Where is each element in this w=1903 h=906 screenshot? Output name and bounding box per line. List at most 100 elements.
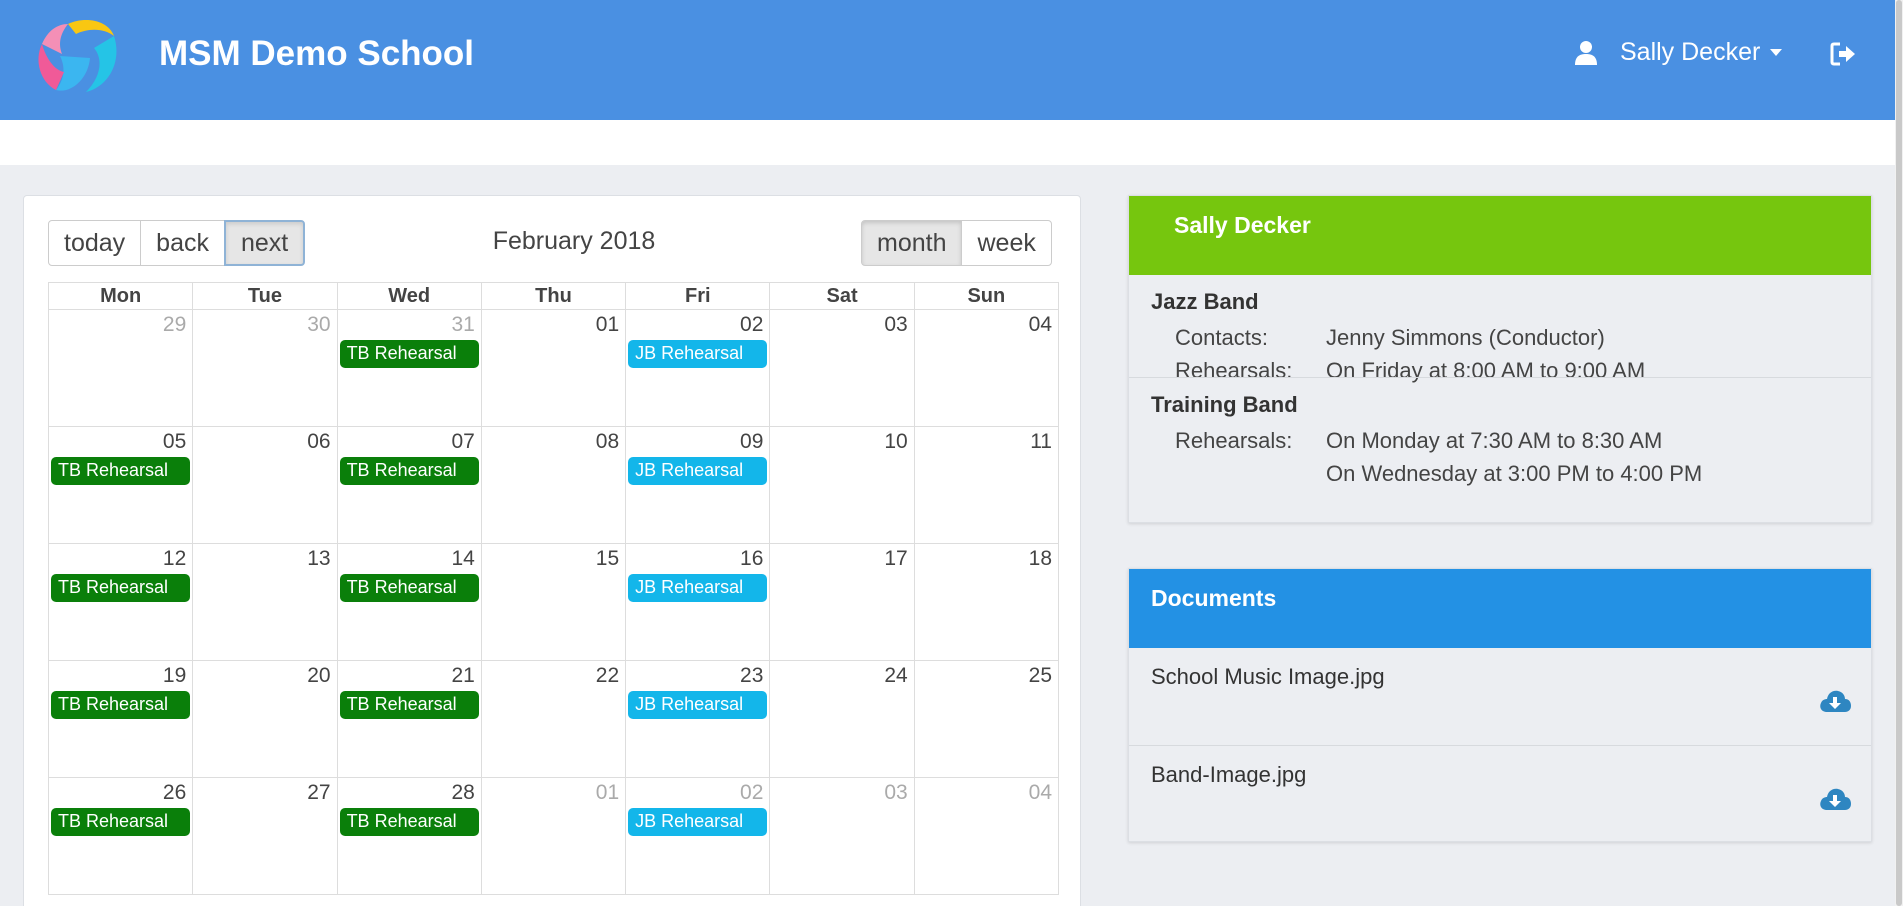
day-number[interactable]: 08 bbox=[482, 427, 625, 457]
day-number[interactable]: 06 bbox=[193, 427, 336, 457]
day-number[interactable]: 09 bbox=[626, 427, 769, 457]
jb-rehearsal-event[interactable]: JB Rehearsal bbox=[628, 340, 768, 368]
day-number[interactable]: 29 bbox=[49, 310, 192, 340]
day-number[interactable]: 16 bbox=[626, 544, 769, 574]
calendar-day-cell[interactable]: 10 bbox=[769, 426, 915, 544]
calendar-day-cell[interactable]: 30 bbox=[192, 309, 338, 427]
day-number[interactable]: 02 bbox=[626, 778, 769, 808]
sign-out-icon[interactable] bbox=[1829, 40, 1857, 68]
day-number[interactable]: 14 bbox=[338, 544, 481, 574]
day-number[interactable]: 02 bbox=[626, 310, 769, 340]
day-number[interactable]: 03 bbox=[770, 310, 913, 340]
day-number[interactable]: 17 bbox=[770, 544, 913, 574]
day-number[interactable]: 04 bbox=[915, 778, 1058, 808]
cloud-download-icon[interactable] bbox=[1819, 688, 1851, 714]
calendar-day-cell[interactable]: 29 bbox=[47, 309, 194, 427]
day-number[interactable]: 28 bbox=[338, 778, 481, 808]
day-number[interactable]: 13 bbox=[193, 544, 336, 574]
day-number[interactable]: 11 bbox=[915, 427, 1058, 457]
back-button[interactable]: back bbox=[140, 220, 225, 266]
day-number[interactable]: 01 bbox=[482, 310, 625, 340]
calendar-day-cell[interactable]: 12 TB Rehearsal bbox=[47, 543, 194, 661]
cloud-download-icon[interactable] bbox=[1819, 786, 1851, 812]
calendar-day-cell[interactable]: 16 JB Rehearsal bbox=[625, 543, 771, 661]
day-number[interactable]: 04 bbox=[915, 310, 1058, 340]
day-number[interactable]: 23 bbox=[626, 661, 769, 691]
calendar-day-cell[interactable]: 03 bbox=[769, 777, 915, 895]
calendar-day-cell[interactable]: 08 bbox=[480, 426, 627, 544]
tb-rehearsal-event[interactable]: TB Rehearsal bbox=[51, 457, 191, 485]
calendar-day-cell[interactable]: 19 TB Rehearsal bbox=[47, 660, 194, 778]
tb-rehearsal-event[interactable]: TB Rehearsal bbox=[339, 691, 479, 719]
user-menu[interactable]: Sally Decker bbox=[1574, 38, 1783, 67]
month-view-button[interactable]: month bbox=[861, 220, 963, 266]
next-button[interactable]: next bbox=[223, 220, 306, 266]
calendar-day-cell[interactable]: 02 JB Rehearsal bbox=[625, 309, 771, 427]
calendar-day-cell[interactable]: 01 bbox=[480, 309, 627, 427]
calendar-day-cell[interactable]: 18 bbox=[913, 543, 1060, 661]
day-number[interactable]: 27 bbox=[193, 778, 336, 808]
tb-rehearsal-event[interactable]: TB Rehearsal bbox=[339, 574, 479, 602]
tb-rehearsal-event[interactable]: TB Rehearsal bbox=[339, 457, 479, 485]
day-number[interactable]: 15 bbox=[482, 544, 625, 574]
day-number[interactable]: 25 bbox=[915, 661, 1058, 691]
jb-rehearsal-event[interactable]: JB Rehearsal bbox=[628, 574, 768, 602]
calendar-day-cell[interactable]: 24 bbox=[769, 660, 915, 778]
calendar-day-cell[interactable]: 21 TB Rehearsal bbox=[336, 660, 482, 778]
calendar-day-cell[interactable]: 20 bbox=[192, 660, 338, 778]
calendar-day-cell[interactable]: 31 TB Rehearsal bbox=[336, 309, 482, 427]
tb-rehearsal-event[interactable]: TB Rehearsal bbox=[339, 808, 479, 836]
day-number[interactable]: 03 bbox=[770, 778, 913, 808]
day-number[interactable]: 07 bbox=[338, 427, 481, 457]
app-title[interactable]: MSM Demo School bbox=[159, 34, 474, 74]
calendar-day-cell[interactable]: 11 bbox=[913, 426, 1060, 544]
day-number[interactable]: 30 bbox=[193, 310, 336, 340]
day-number[interactable]: 01 bbox=[482, 778, 625, 808]
calendar-day-cell[interactable]: 15 bbox=[480, 543, 627, 661]
calendar-day-cell[interactable]: 17 bbox=[769, 543, 915, 661]
day-number[interactable]: 10 bbox=[770, 427, 913, 457]
calendar-day-cell[interactable]: 28 TB Rehearsal bbox=[336, 777, 482, 895]
document-name[interactable]: School Music Image.jpg bbox=[1151, 664, 1385, 689]
jb-rehearsal-event[interactable]: JB Rehearsal bbox=[628, 691, 768, 719]
day-number[interactable]: 31 bbox=[338, 310, 481, 340]
calendar-day-cell[interactable]: 13 bbox=[192, 543, 338, 661]
day-number[interactable]: 18 bbox=[915, 544, 1058, 574]
calendar-day-cell[interactable]: 04 bbox=[913, 309, 1060, 427]
tb-rehearsal-event[interactable]: TB Rehearsal bbox=[51, 691, 191, 719]
jb-rehearsal-event[interactable]: JB Rehearsal bbox=[628, 457, 768, 485]
today-button[interactable]: today bbox=[48, 220, 142, 266]
day-number[interactable]: 20 bbox=[193, 661, 336, 691]
calendar-day-cell[interactable]: 03 bbox=[769, 309, 915, 427]
calendar-day-cell[interactable]: 09 JB Rehearsal bbox=[625, 426, 771, 544]
calendar-day-cell[interactable]: 14 TB Rehearsal bbox=[336, 543, 482, 661]
tb-rehearsal-event[interactable]: TB Rehearsal bbox=[339, 340, 479, 368]
calendar-day-cell[interactable]: 07 TB Rehearsal bbox=[336, 426, 482, 544]
day-number[interactable]: 21 bbox=[338, 661, 481, 691]
calendar-day-cell[interactable]: 23 JB Rehearsal bbox=[625, 660, 771, 778]
day-number[interactable]: 26 bbox=[49, 778, 192, 808]
day-number[interactable]: 19 bbox=[49, 661, 192, 691]
detail-label: Contacts: bbox=[1175, 324, 1268, 350]
document-item: Band-Image.jpg bbox=[1129, 745, 1871, 842]
calendar-day-cell[interactable]: 05 TB Rehearsal bbox=[47, 426, 194, 544]
calendar-day-cell[interactable]: 04 bbox=[913, 777, 1060, 895]
calendar-day-cell[interactable]: 06 bbox=[192, 426, 338, 544]
day-number[interactable]: 22 bbox=[482, 661, 625, 691]
tb-rehearsal-event[interactable]: TB Rehearsal bbox=[51, 808, 191, 836]
logo-icon[interactable] bbox=[30, 14, 120, 100]
day-number[interactable]: 24 bbox=[770, 661, 913, 691]
calendar-day-cell[interactable]: 22 bbox=[480, 660, 627, 778]
day-number[interactable]: 12 bbox=[49, 544, 192, 574]
calendar-day-cell[interactable]: 26 TB Rehearsal bbox=[47, 777, 194, 895]
week-view-button[interactable]: week bbox=[961, 220, 1052, 266]
calendar-day-cell[interactable]: 25 bbox=[913, 660, 1060, 778]
calendar-day-cell[interactable]: 02 JB Rehearsal bbox=[625, 777, 771, 895]
document-name[interactable]: Band-Image.jpg bbox=[1151, 762, 1306, 787]
scrollbar-thumb[interactable] bbox=[1896, 0, 1902, 906]
tb-rehearsal-event[interactable]: TB Rehearsal bbox=[51, 574, 191, 602]
calendar-day-cell[interactable]: 27 bbox=[192, 777, 338, 895]
jb-rehearsal-event[interactable]: JB Rehearsal bbox=[628, 808, 768, 836]
day-number[interactable]: 05 bbox=[49, 427, 192, 457]
calendar-day-cell[interactable]: 01 bbox=[480, 777, 627, 895]
